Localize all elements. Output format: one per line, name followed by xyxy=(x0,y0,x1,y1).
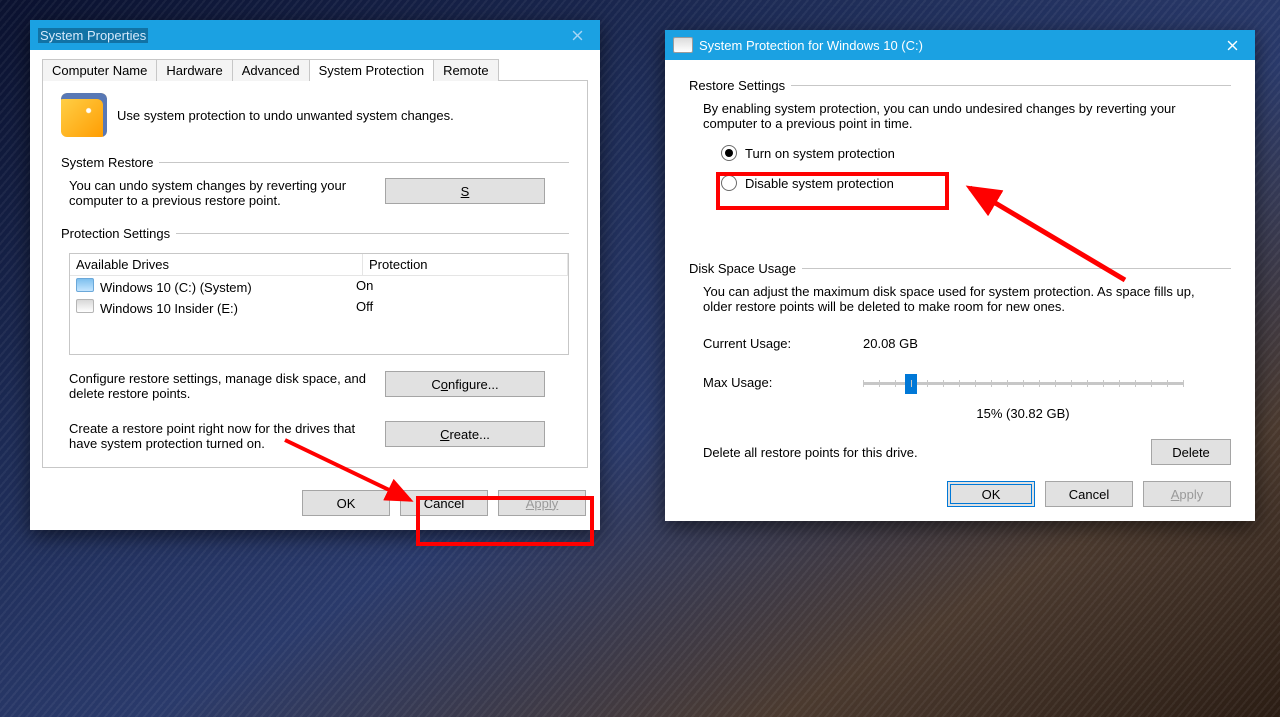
group-label: System Restore xyxy=(61,155,159,170)
titlebar[interactable]: System Properties xyxy=(30,20,600,50)
cancel-button[interactable]: Cancel xyxy=(400,490,488,516)
dialog-buttons: OK Cancel Apply xyxy=(30,480,600,530)
cancel-button[interactable]: Cancel xyxy=(1045,481,1133,507)
apply-button: Apply xyxy=(1143,481,1231,507)
configure-text: Configure restore settings, manage disk … xyxy=(69,371,369,401)
col-protection: Protection xyxy=(363,254,568,275)
table-row[interactable]: Windows 10 Insider (E:) Off xyxy=(70,297,568,318)
system-properties-dialog: System Properties Computer Name Hardware… xyxy=(30,20,600,530)
delete-text: Delete all restore points for this drive… xyxy=(703,445,1151,460)
window-title: System Protection for Windows 10 (C:) xyxy=(699,38,1215,53)
restore-text: You can undo system changes by reverting… xyxy=(69,178,369,208)
radio-label: Disable system protection xyxy=(745,176,894,191)
dialog-body: Restore Settings By enabling system prot… xyxy=(665,60,1255,471)
drives-table[interactable]: Available Drives Protection Windows 10 (… xyxy=(69,253,569,355)
current-usage-label: Current Usage: xyxy=(703,336,863,351)
restore-intro: By enabling system protection, you can u… xyxy=(703,101,1203,131)
tab-advanced[interactable]: Advanced xyxy=(233,59,310,81)
group-label: Disk Space Usage xyxy=(689,261,802,276)
tab-hardware[interactable]: Hardware xyxy=(157,59,232,81)
configure-button[interactable]: Configure... xyxy=(385,371,545,397)
ok-button[interactable]: OK xyxy=(947,481,1035,507)
dialog-body: Computer Name Hardware Advanced System P… xyxy=(30,50,600,480)
max-usage-label: Max Usage: xyxy=(703,375,863,390)
close-icon[interactable] xyxy=(1215,34,1249,56)
group-label: Restore Settings xyxy=(689,78,791,93)
group-label: Protection Settings xyxy=(61,226,176,241)
system-restore-button[interactable]: S xyxy=(385,178,545,204)
radio-icon xyxy=(721,175,737,191)
disk-intro: You can adjust the maximum disk space us… xyxy=(703,284,1223,314)
delete-button[interactable]: Delete xyxy=(1151,439,1231,465)
table-row[interactable]: Windows 10 (C:) (System) On xyxy=(70,276,568,297)
group-protection-settings: Protection Settings Available Drives Pro… xyxy=(61,226,569,451)
window-title: System Properties xyxy=(38,28,148,43)
group-system-restore: System Restore You can undo system chang… xyxy=(61,155,569,208)
titlebar[interactable]: System Protection for Windows 10 (C:) xyxy=(665,30,1255,60)
tab-system-protection[interactable]: System Protection xyxy=(310,59,435,81)
create-text: Create a restore point right now for the… xyxy=(69,421,369,451)
group-restore-settings: Restore Settings By enabling system prot… xyxy=(689,78,1231,191)
radio-label: Turn on system protection xyxy=(745,146,895,161)
drive-icon xyxy=(76,299,94,313)
radio-disable[interactable]: Disable system protection xyxy=(721,175,1231,191)
close-icon[interactable] xyxy=(560,24,594,46)
drive-icon xyxy=(673,37,693,53)
ok-button[interactable]: OK xyxy=(302,490,390,516)
drive-icon xyxy=(76,278,94,292)
radio-turn-on[interactable]: Turn on system protection xyxy=(721,145,1231,161)
tab-page: Use system protection to undo unwanted s… xyxy=(42,80,588,468)
slider-value-text: 15% (30.82 GB) xyxy=(863,406,1183,421)
apply-button: Apply xyxy=(498,490,586,516)
radio-icon xyxy=(721,145,737,161)
tab-bar: Computer Name Hardware Advanced System P… xyxy=(42,58,588,80)
current-usage-value: 20.08 GB xyxy=(863,336,918,351)
create-button[interactable]: Create... xyxy=(385,421,545,447)
shield-icon xyxy=(61,93,107,137)
col-drives: Available Drives xyxy=(70,254,363,275)
max-usage-slider[interactable] xyxy=(863,382,1183,385)
group-disk-space: Disk Space Usage You can adjust the maxi… xyxy=(689,261,1231,465)
system-protection-drive-dialog: System Protection for Windows 10 (C:) Re… xyxy=(665,30,1255,521)
tab-computer-name[interactable]: Computer Name xyxy=(42,59,157,81)
hero-text: Use system protection to undo unwanted s… xyxy=(117,108,454,123)
tab-remote[interactable]: Remote xyxy=(434,59,499,81)
dialog-buttons: OK Cancel Apply xyxy=(665,471,1255,521)
